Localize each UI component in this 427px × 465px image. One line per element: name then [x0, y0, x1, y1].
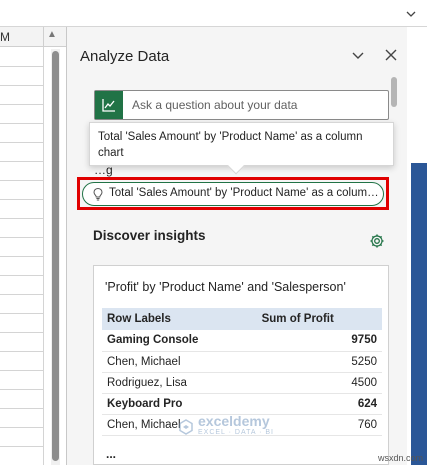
table-row: Chen, Michael 5250	[102, 351, 382, 373]
pane-scrollbar-thumb[interactable]	[391, 77, 397, 107]
exceldemy-watermark: exceldemy EXCEL · DATA · BI	[178, 413, 274, 438]
grid-line	[0, 237, 43, 238]
grid-line	[0, 313, 43, 314]
grid-line	[0, 294, 43, 295]
ask-question-placeholder: Ask a question about your data	[132, 98, 298, 112]
site-watermark: wsxdn.com	[377, 453, 423, 463]
row-label: Rodriguez, Lisa	[102, 372, 257, 394]
background-window	[411, 163, 427, 465]
table-row: Rodriguez, Lisa 4500	[102, 372, 382, 394]
tooltip-tail	[227, 157, 245, 175]
chevron-down-icon[interactable]	[350, 47, 366, 63]
row-value: 9750	[256, 330, 382, 352]
watermark-name: exceldemy	[198, 413, 270, 429]
vertical-scrollbar-thumb[interactable]	[52, 51, 59, 461]
row-value: 760	[256, 414, 382, 436]
grid-line	[0, 180, 43, 181]
grid-line	[0, 123, 43, 124]
grid-line	[0, 275, 43, 276]
grid-line	[0, 199, 43, 200]
chart-icon	[95, 91, 123, 119]
insight-card-title: 'Profit' by 'Product Name' and 'Salesper…	[105, 280, 346, 294]
suggestion-tooltip: Total 'Sales Amount' by 'Product Name' a…	[89, 122, 394, 175]
row-value: 5250	[256, 351, 382, 373]
close-icon[interactable]	[383, 47, 399, 63]
suggested-question-text: Total 'Sales Amount' by 'Product Name' a…	[109, 187, 379, 199]
tooltip-text: Total 'Sales Amount' by 'Product Name' a…	[98, 131, 363, 159]
gear-icon[interactable]	[369, 233, 385, 249]
grid-line	[0, 85, 43, 86]
table-header-cell: Sum of Profit	[256, 308, 382, 330]
scroll-up-icon[interactable]: ▲	[47, 29, 57, 40]
grid-line	[0, 218, 43, 219]
formula-bar	[0, 0, 427, 27]
lightbulb-icon	[91, 187, 105, 201]
row-label: Keyboard Pro	[102, 393, 257, 415]
spreadsheet-grid[interactable]: M ▲	[0, 27, 66, 465]
grid-line	[0, 256, 43, 257]
pane-title: Analyze Data	[80, 48, 170, 65]
table-row: Keyboard Pro 624	[102, 393, 382, 415]
grid-line	[0, 389, 43, 390]
chevron-down-icon[interactable]	[401, 0, 421, 27]
grid-line	[0, 66, 43, 67]
row-label: Gaming Console	[102, 330, 257, 352]
discover-insights-heading: Discover insights	[93, 228, 206, 243]
grid-line	[0, 332, 43, 333]
column-header[interactable]: M ▲	[0, 27, 66, 47]
watermark-tagline: EXCEL · DATA · BI	[198, 429, 274, 436]
table-header-row: Row Labels Sum of Profit	[102, 308, 382, 330]
grid-line	[43, 47, 44, 465]
column-separator	[43, 27, 44, 47]
grid-line	[0, 408, 43, 409]
analyze-data-pane: Analyze Data Ask a question about your d…	[67, 27, 407, 465]
grid-line	[0, 370, 43, 371]
column-letter: M	[0, 30, 10, 44]
suggested-question-button[interactable]: Total 'Sales Amount' by 'Product Name' a…	[82, 182, 384, 206]
grid-line	[0, 351, 43, 352]
table-header-cell: Row Labels	[102, 308, 257, 330]
table-row: Gaming Console 9750	[102, 330, 382, 352]
grid-line	[0, 427, 43, 428]
table-ellipsis: ...	[106, 447, 117, 461]
row-value: 4500	[256, 372, 382, 394]
grid-line	[0, 104, 43, 105]
exceldemy-logo-icon	[179, 419, 193, 435]
grid-line	[0, 161, 43, 162]
grid-line	[0, 142, 43, 143]
ask-question-input[interactable]: Ask a question about your data	[94, 90, 389, 120]
grid-line	[0, 446, 43, 447]
row-value: 624	[256, 393, 382, 415]
row-label: Chen, Michael	[102, 351, 257, 373]
